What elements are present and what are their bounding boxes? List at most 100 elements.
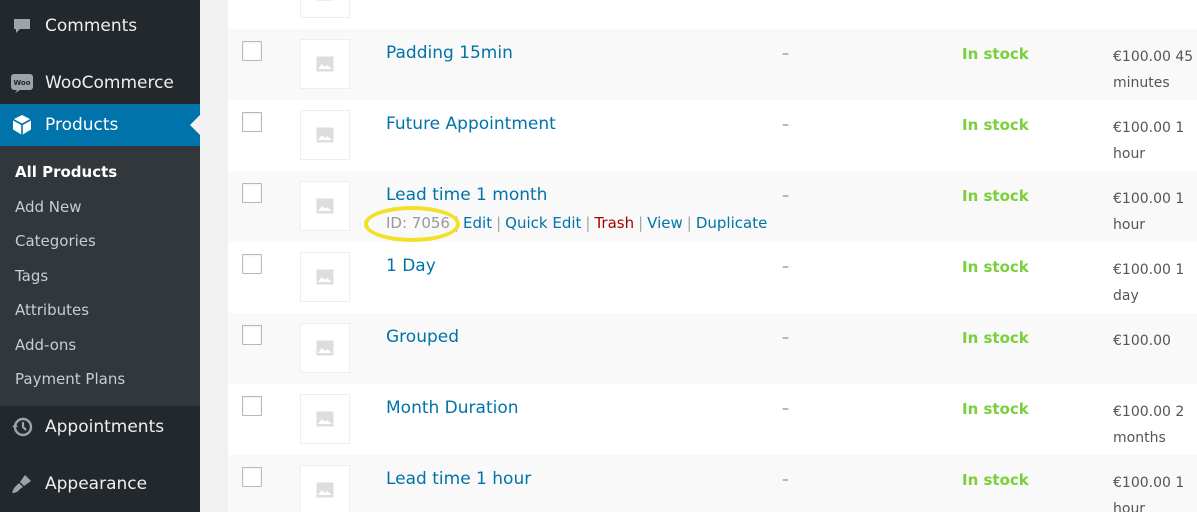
stock-status: In stock bbox=[962, 187, 1029, 205]
image-placeholder-icon bbox=[316, 198, 334, 214]
quick-edit-link[interactable]: Quick Edit bbox=[505, 214, 581, 232]
submenu-categories[interactable]: Categories bbox=[15, 232, 96, 250]
price-value: €100.00 45 bbox=[1113, 49, 1194, 65]
woocommerce-icon: Woo bbox=[10, 71, 34, 95]
product-thumbnail[interactable] bbox=[300, 0, 350, 18]
table-row: hour bbox=[228, 0, 1197, 29]
stock-status: In stock bbox=[962, 45, 1029, 63]
product-thumbnail[interactable] bbox=[300, 110, 350, 160]
submenu-payment-plans[interactable]: Payment Plans bbox=[15, 370, 125, 388]
products-submenu: All Products Add New Categories Tags Att… bbox=[0, 146, 200, 406]
sku-cell: – bbox=[782, 188, 789, 204]
menu-label-products: Products bbox=[45, 115, 119, 135]
price-cell: €100.00 45 minutes bbox=[1113, 44, 1197, 96]
separator: | bbox=[686, 214, 692, 232]
price-cell: €100.00 1 hour bbox=[1113, 470, 1197, 512]
separator: | bbox=[638, 214, 644, 232]
price-unit: day bbox=[1113, 288, 1139, 304]
price-cell: €100.00 2 months bbox=[1113, 399, 1197, 451]
sku-cell: – bbox=[782, 330, 789, 346]
sku-cell: – bbox=[782, 472, 789, 488]
menu-label-appearance: Appearance bbox=[45, 474, 148, 494]
product-name-link[interactable]: Lead time 1 month bbox=[386, 185, 547, 205]
history-clock-icon bbox=[10, 415, 34, 439]
submenu-add-ons[interactable]: Add-ons bbox=[15, 336, 76, 354]
image-placeholder-icon bbox=[316, 269, 334, 285]
separator: | bbox=[496, 214, 502, 232]
table-row: Padding 15min – In stock €100.00 45 minu… bbox=[228, 29, 1197, 100]
submenu-attributes[interactable]: Attributes bbox=[15, 301, 89, 319]
price-unit: hour bbox=[1113, 501, 1146, 512]
table-row: 1 Day – In stock €100.00 1 day bbox=[228, 242, 1197, 313]
stock-status: In stock bbox=[962, 471, 1029, 489]
image-placeholder-icon bbox=[316, 127, 334, 143]
price-cell: €100.00 bbox=[1113, 328, 1197, 354]
sku-cell: – bbox=[782, 46, 789, 62]
id-highlight-circle bbox=[364, 206, 460, 242]
submenu-all-products[interactable]: All Products bbox=[15, 163, 117, 181]
menu-item-woocommerce[interactable]: Woo WooCommerce bbox=[0, 62, 200, 104]
products-table: hour Padding 15min – In stock €100.00 45… bbox=[228, 0, 1197, 512]
product-name-link[interactable]: Padding 15min bbox=[386, 43, 513, 63]
table-row: Lead time 1 hour – In stock €100.00 1 ho… bbox=[228, 455, 1197, 512]
menu-label-comments: Comments bbox=[45, 16, 138, 36]
price-value: €100.00 2 bbox=[1113, 404, 1185, 420]
price-cell: hour bbox=[1113, 0, 1197, 4]
sku-cell: – bbox=[782, 117, 789, 133]
product-thumbnail[interactable] bbox=[300, 394, 350, 444]
price-value: €100.00 1 bbox=[1113, 120, 1185, 136]
image-placeholder-icon bbox=[316, 0, 334, 1]
price-cell: €100.00 1 day bbox=[1113, 257, 1197, 309]
row-checkbox[interactable] bbox=[242, 183, 262, 203]
submenu-tags[interactable]: Tags bbox=[15, 267, 48, 285]
sku-cell: – bbox=[782, 401, 789, 417]
row-checkbox[interactable] bbox=[242, 467, 262, 487]
view-link[interactable]: View bbox=[647, 214, 683, 232]
price-unit: hour bbox=[1113, 217, 1146, 233]
trash-link[interactable]: Trash bbox=[594, 214, 634, 232]
paintbrush-icon bbox=[10, 472, 34, 496]
edit-link[interactable]: Edit bbox=[463, 214, 492, 232]
menu-item-appointments[interactable]: Appointments bbox=[0, 406, 200, 448]
price-cell: €100.00 1 hour bbox=[1113, 186, 1197, 238]
product-thumbnail[interactable] bbox=[300, 465, 350, 512]
woocommerce-badge-text: Woo bbox=[13, 79, 30, 87]
product-thumbnail[interactable] bbox=[300, 252, 350, 302]
stock-status: In stock bbox=[962, 400, 1029, 418]
price-value: €100.00 1 bbox=[1113, 262, 1185, 278]
image-placeholder-icon bbox=[316, 482, 334, 498]
menu-label-appointments: Appointments bbox=[45, 417, 165, 437]
table-row: Future Appointment – In stock €100.00 1 … bbox=[228, 100, 1197, 171]
submenu-add-new[interactable]: Add New bbox=[15, 198, 82, 216]
price-value: €100.00 1 bbox=[1113, 475, 1185, 491]
menu-item-comments[interactable]: Comments bbox=[0, 5, 200, 47]
table-row: Grouped – In stock €100.00 bbox=[228, 313, 1197, 384]
menu-item-appearance[interactable]: Appearance bbox=[0, 463, 200, 505]
menu-item-products[interactable]: Products bbox=[0, 104, 200, 146]
row-checkbox[interactable] bbox=[242, 396, 262, 416]
row-checkbox[interactable] bbox=[242, 112, 262, 132]
duplicate-link[interactable]: Duplicate bbox=[696, 214, 767, 232]
stock-status: In stock bbox=[962, 329, 1029, 347]
menu-label-woocommerce: WooCommerce bbox=[45, 73, 174, 93]
product-name-link[interactable]: Future Appointment bbox=[386, 114, 556, 134]
row-checkbox[interactable] bbox=[242, 41, 262, 61]
product-name-link[interactable]: Grouped bbox=[386, 327, 459, 347]
product-thumbnail[interactable] bbox=[300, 323, 350, 373]
product-name-link[interactable]: 1 Day bbox=[386, 256, 436, 276]
product-thumbnail[interactable] bbox=[300, 181, 350, 231]
table-row: Lead time 1 month ID: 7056 | Edit | Quick Ed… bbox=[228, 171, 1197, 242]
product-name-link[interactable]: Month Duration bbox=[386, 398, 519, 418]
product-name-link[interactable]: Lead time 1 hour bbox=[386, 469, 531, 489]
price-value: €100.00 bbox=[1113, 333, 1171, 349]
price-unit: months bbox=[1113, 430, 1166, 446]
row-checkbox[interactable] bbox=[242, 254, 262, 274]
product-thumbnail[interactable] bbox=[300, 39, 350, 89]
price-unit: hour bbox=[1113, 0, 1197, 4]
image-placeholder-icon bbox=[316, 56, 334, 72]
price-cell: €100.00 1 hour bbox=[1113, 115, 1197, 167]
row-checkbox[interactable] bbox=[242, 325, 262, 345]
price-unit: hour bbox=[1113, 146, 1146, 162]
admin-sidebar: Comments Woo WooCommerce Products All Pr… bbox=[0, 0, 200, 512]
image-placeholder-icon bbox=[316, 340, 334, 356]
